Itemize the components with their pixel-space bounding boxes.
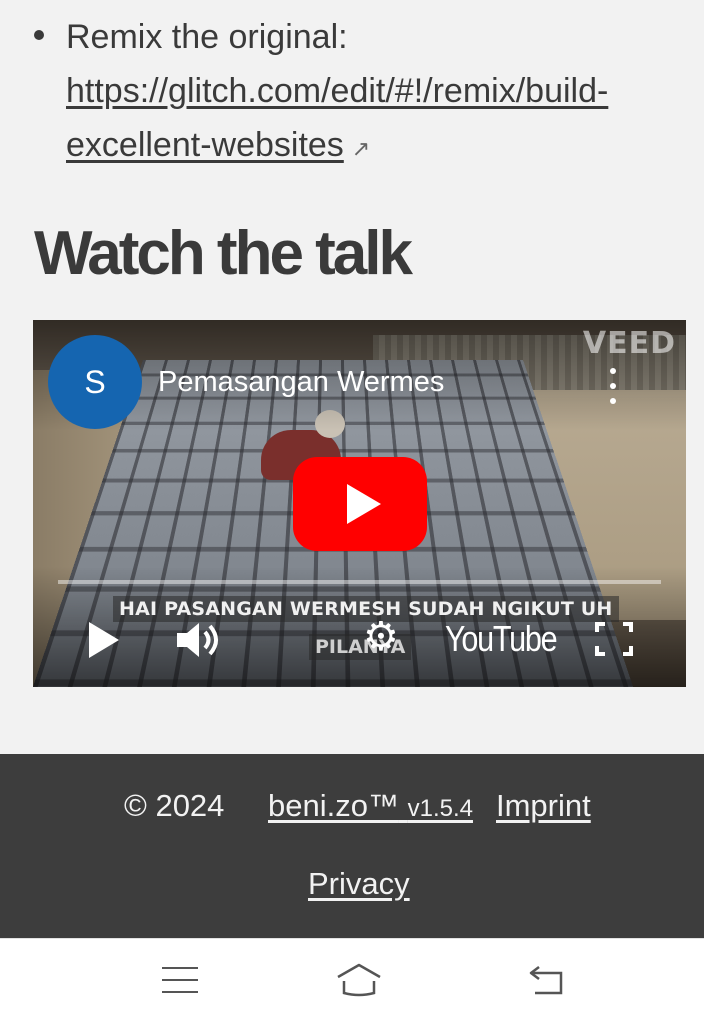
volume-icon[interactable] (175, 620, 225, 660)
remix-link-line2[interactable]: excellent-websites (66, 126, 344, 164)
imprint-link[interactable]: Imprint (496, 788, 591, 824)
home-icon[interactable] (334, 961, 384, 997)
brand-name: beni.zo™ (268, 788, 399, 823)
fullscreen-icon[interactable] (595, 622, 633, 656)
back-icon[interactable] (527, 963, 567, 997)
youtube-embed[interactable]: VEED S Pemasangan Wermes HAI PASANGAN WE… (33, 320, 686, 687)
section-heading: Watch the talk (34, 219, 413, 288)
bullet-dot (34, 30, 44, 40)
progress-bar[interactable] (58, 580, 661, 584)
brand-link[interactable]: beni.zo™ v1.5.4 (268, 788, 473, 824)
remix-link-line1[interactable]: https://glitch.com/edit/#!/remix/build- (66, 72, 608, 110)
privacy-link[interactable]: Privacy (308, 866, 410, 902)
version-text: v1.5.4 (407, 795, 473, 822)
veed-watermark: VEED (582, 326, 676, 361)
android-nav-bar (0, 938, 704, 1020)
large-play-button[interactable] (293, 457, 427, 551)
bullet-prefix: Remix the original: (66, 18, 348, 56)
video-shade-bottom (33, 567, 686, 687)
gear-icon[interactable]: ⚙ (363, 617, 399, 657)
play-icon (347, 484, 381, 524)
external-link-icon: ↗ (351, 136, 371, 161)
play-icon[interactable] (89, 622, 119, 658)
bullet-text: Remix the original: https://glitch.com/e… (66, 10, 704, 176)
site-footer: © 2024 beni.zo™ v1.5.4 Imprint Privacy (0, 754, 704, 938)
more-vertical-icon[interactable] (605, 368, 621, 404)
menu-icon[interactable] (162, 967, 198, 993)
video-title[interactable]: Pemasangan Wermes (158, 366, 444, 399)
channel-avatar[interactable]: S (48, 335, 142, 429)
copyright-text: © 2024 (124, 788, 225, 823)
youtube-logo[interactable]: YouTube (445, 618, 558, 660)
page-content: Remix the original: https://glitch.com/e… (0, 0, 704, 754)
